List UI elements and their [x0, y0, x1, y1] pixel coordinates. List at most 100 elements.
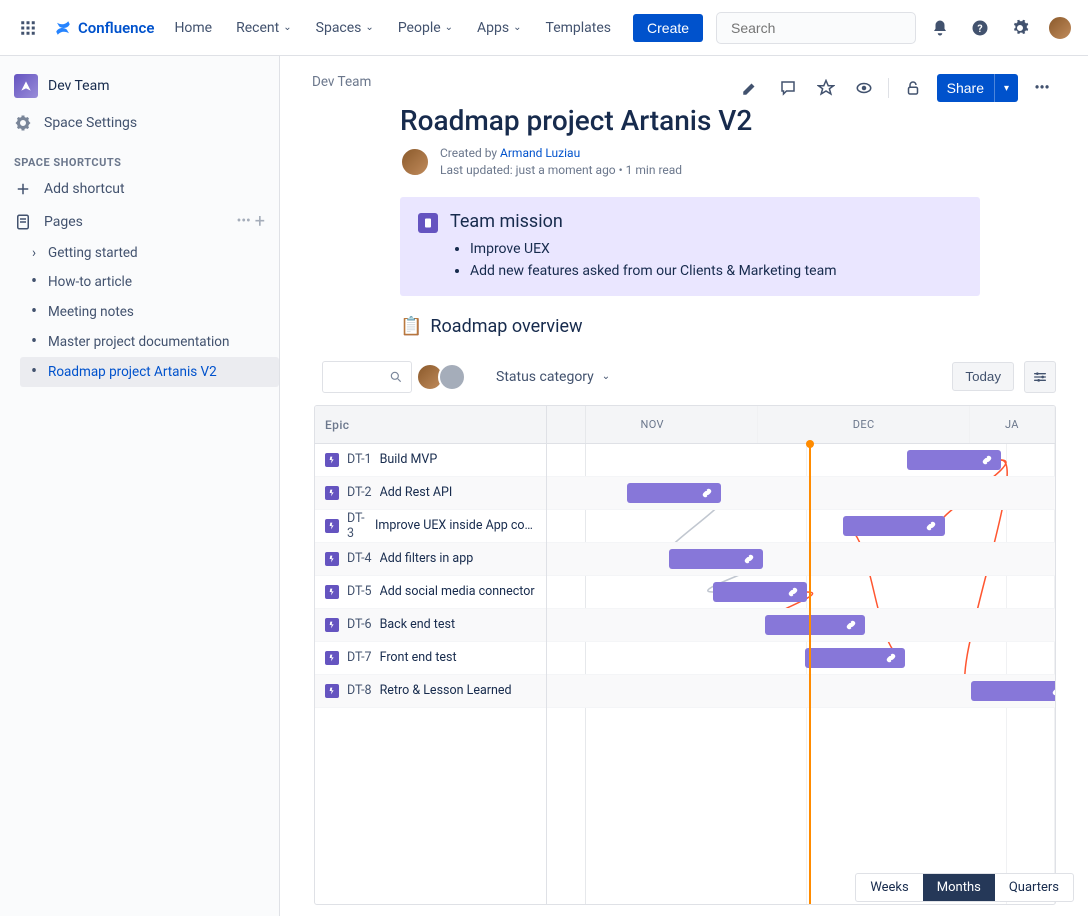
zoom-weeks[interactable]: Weeks: [856, 874, 922, 901]
more-actions-icon[interactable]: •••: [1028, 74, 1056, 102]
timeline-row: [547, 576, 1055, 609]
epic-id: DT-7: [347, 650, 372, 665]
link-icon: [743, 553, 755, 565]
pages-heading[interactable]: Pages ••• +: [0, 205, 279, 239]
nav-item-apps[interactable]: Apps⌄: [467, 14, 531, 42]
share-group: Share ▾: [937, 74, 1018, 102]
epic-row[interactable]: DT-8Retro & Lesson Learned: [315, 675, 546, 708]
epic-bar[interactable]: [627, 483, 721, 503]
epic-bar[interactable]: [907, 450, 1001, 470]
watch-icon[interactable]: [850, 74, 878, 102]
timeline: [547, 444, 1055, 904]
epic-bar[interactable]: [669, 549, 763, 569]
epic-name: Add Rest API: [380, 485, 453, 500]
epics-list: DT-1Build MVP DT-2 Add Rest API DT-3Improve…: [315, 444, 547, 904]
tree-label: How-to article: [48, 274, 132, 290]
add-shortcut-label: Add shortcut: [44, 181, 125, 197]
add-shortcut-link[interactable]: Add shortcut: [0, 173, 279, 205]
profile-avatar[interactable]: [1044, 12, 1076, 44]
month-header: DEC: [758, 406, 969, 443]
timeline-row: [547, 477, 1055, 510]
view-settings-button[interactable]: [1024, 361, 1056, 393]
epic-bar[interactable]: [971, 681, 1056, 701]
bullet-icon: •: [28, 303, 40, 321]
epic-id: DT-4: [347, 551, 372, 566]
epic-bar[interactable]: [805, 648, 905, 668]
timeline-row: [547, 543, 1055, 576]
roadmap-search[interactable]: [322, 361, 412, 393]
tree-label: Roadmap project Artanis V2: [48, 364, 217, 380]
create-button[interactable]: Create: [633, 14, 703, 42]
share-button[interactable]: Share: [937, 74, 994, 102]
nav-item-templates[interactable]: Templates: [536, 14, 622, 42]
space-settings-link[interactable]: Space Settings: [0, 106, 279, 140]
section-title: 📋 Roadmap overview: [400, 316, 1056, 337]
space-name: Dev Team: [48, 78, 110, 94]
notifications-icon[interactable]: [924, 12, 956, 44]
bullet-icon: •: [28, 273, 40, 291]
zoom-switch: Weeks Months Quarters: [855, 873, 1074, 902]
tree-item[interactable]: •Roadmap project Artanis V2: [20, 357, 279, 387]
caret-icon: ›: [28, 245, 40, 261]
epic-bar[interactable]: [713, 582, 807, 602]
epic-row[interactable]: DT-4Add filters in app: [315, 543, 546, 576]
search-box[interactable]: [716, 12, 916, 44]
epic-row[interactable]: DT-2 Add Rest API: [315, 477, 546, 510]
epic-type-icon: [325, 684, 339, 698]
link-icon: [925, 520, 937, 532]
zoom-months[interactable]: Months: [923, 874, 995, 901]
nav-item-home[interactable]: Home: [164, 14, 222, 42]
space-header[interactable]: Dev Team: [0, 66, 279, 106]
share-dropdown[interactable]: ▾: [994, 74, 1018, 102]
epic-row[interactable]: DT-3Improve UEX inside App configura...: [315, 510, 546, 543]
app-switcher-icon[interactable]: [12, 12, 44, 44]
divider: [888, 78, 889, 98]
roadmap-toolbar: Status category ⌄ Today: [322, 361, 1056, 393]
brand-logo[interactable]: Confluence: [48, 19, 160, 37]
epic-type-icon: [325, 552, 339, 566]
epic-id: DT-3: [347, 511, 367, 541]
read-time: 1 min read: [626, 163, 682, 177]
status-category-dropdown[interactable]: Status category ⌄: [486, 363, 620, 391]
comment-icon[interactable]: [774, 74, 802, 102]
help-icon[interactable]: ?: [964, 12, 996, 44]
epic-row[interactable]: DT-5Add social media connector: [315, 576, 546, 609]
nav-item-recent[interactable]: Recent⌄: [226, 14, 302, 42]
star-icon[interactable]: [812, 74, 840, 102]
add-page-icon[interactable]: +: [255, 213, 265, 231]
assignee-filter[interactable]: [422, 363, 466, 391]
chevron-down-icon: ⌄: [283, 22, 291, 33]
epic-row[interactable]: DT-7Front end test: [315, 642, 546, 675]
avatar-unassigned[interactable]: [438, 363, 466, 391]
timeline-row: [547, 675, 1055, 708]
zoom-quarters[interactable]: Quarters: [995, 874, 1073, 901]
space-settings-label: Space Settings: [44, 115, 137, 131]
edit-icon[interactable]: [736, 74, 764, 102]
roadmap-grid: Epic NOVDECJA DT-1Build MVPDT-2Add Rest …: [314, 405, 1056, 905]
tree-item[interactable]: •Meeting notes: [20, 297, 279, 327]
nav-item-spaces[interactable]: Spaces⌄: [306, 14, 384, 42]
epic-row[interactable]: DT-6Back end test: [315, 609, 546, 642]
nav-item-people[interactable]: People⌄: [388, 14, 463, 42]
chevron-down-icon: ⌄: [513, 22, 521, 33]
tree-item[interactable]: • How-to article: [20, 267, 279, 297]
epic-name: Build MVP: [380, 452, 438, 467]
main-content: Dev Team Share ▾ ••• Roadmap project Art…: [280, 56, 1088, 916]
tree-item[interactable]: •Master project documentation: [20, 327, 279, 357]
author-link[interactable]: Armand Luziau: [500, 146, 580, 160]
tree-item[interactable]: ›Getting started: [20, 239, 279, 267]
epic-type-icon: [325, 618, 339, 632]
author-avatar[interactable]: [400, 147, 430, 177]
tree-label: Master project documentation: [48, 334, 229, 350]
search-input[interactable]: [731, 20, 912, 36]
settings-icon[interactable]: [1004, 12, 1036, 44]
restrictions-icon[interactable]: [899, 74, 927, 102]
today-button[interactable]: Today: [952, 362, 1014, 391]
epic-bar[interactable]: [843, 516, 945, 536]
epic-row[interactable]: DT-1Build MVP: [315, 444, 546, 477]
more-icon[interactable]: •••: [237, 213, 251, 231]
epic-bar[interactable]: [765, 615, 865, 635]
epic-id: DT-2: [347, 485, 372, 500]
epic-id: DT-6: [347, 617, 372, 632]
chevron-down-icon: ⌄: [445, 22, 453, 33]
